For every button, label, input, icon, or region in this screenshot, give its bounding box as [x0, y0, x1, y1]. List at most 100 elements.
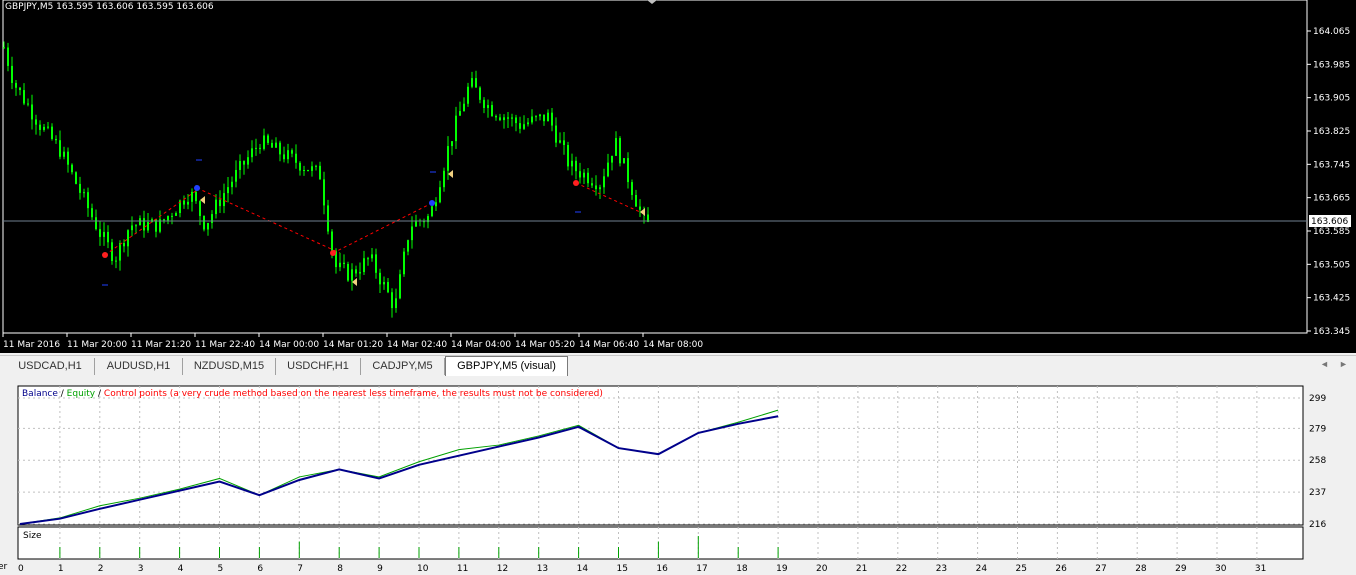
- candle-body: [339, 262, 341, 268]
- candle-body: [7, 47, 9, 66]
- chart-shift-marker-icon[interactable]: [647, 0, 657, 4]
- candle-body: [499, 117, 501, 121]
- candle-body: [379, 272, 381, 285]
- candle-body: [299, 162, 301, 171]
- legend-balance: Balance: [22, 389, 58, 399]
- candle-body: [43, 126, 45, 130]
- exit-marker-icon: [448, 170, 453, 178]
- time-axis-label: 11 Mar 2016: [3, 340, 60, 350]
- candle-body: [55, 138, 57, 141]
- candle-body: [31, 104, 33, 120]
- sell-entry-marker: [330, 250, 336, 256]
- current-price-label: 163.606: [1311, 217, 1348, 227]
- candle-body: [607, 162, 609, 177]
- candle-body: [15, 82, 17, 88]
- legend-separator: /: [95, 389, 104, 399]
- candle-body: [471, 78, 473, 87]
- candle-body: [487, 105, 489, 108]
- candle-body: [623, 158, 625, 164]
- candle-body: [619, 138, 621, 164]
- candle-body: [547, 112, 549, 122]
- graph-x-label: 29: [1175, 564, 1187, 574]
- candle-body: [391, 292, 393, 309]
- candle-body: [231, 181, 233, 188]
- candle-body: [135, 225, 137, 227]
- candle-body: [555, 125, 557, 143]
- candle-body: [199, 201, 201, 216]
- candle-body: [175, 213, 177, 216]
- candle-body: [579, 171, 581, 178]
- graph-x-label: 18: [736, 564, 748, 574]
- candle-body: [575, 160, 577, 172]
- candle-body: [23, 90, 25, 104]
- candle-body: [251, 148, 253, 158]
- graph-x-label: 8: [337, 564, 343, 574]
- candle-body: [235, 169, 237, 182]
- graph-x-label: 6: [257, 564, 263, 574]
- candle-body: [119, 243, 121, 261]
- candle-body: [583, 172, 585, 178]
- graph-x-label: 27: [1095, 564, 1106, 574]
- legend-equity: Equity: [66, 389, 96, 399]
- graph-y-label: 279: [1309, 424, 1326, 434]
- candle-body: [475, 78, 477, 88]
- candle-body: [495, 116, 497, 118]
- candle-body: [543, 114, 545, 122]
- legend-control-points: Control points (a very crude method base…: [103, 389, 603, 399]
- graph-x-label: 14: [577, 564, 589, 574]
- candle-body: [603, 176, 605, 188]
- candle-body: [571, 160, 573, 167]
- candle-body: [223, 193, 225, 207]
- trade-line: [332, 202, 433, 254]
- graph-x-label: 4: [178, 564, 184, 574]
- size-plot-area: [17, 526, 1304, 560]
- tab-usdchf-h1[interactable]: USDCHF,H1: [276, 358, 361, 375]
- tab-audusd-h1[interactable]: AUDUSD,H1: [95, 358, 183, 375]
- tab-cadjpy-m5[interactable]: CADJPY,M5: [361, 358, 445, 375]
- candle-body: [219, 199, 221, 207]
- graph-x-label: 11: [457, 564, 468, 574]
- candle-body: [559, 140, 561, 143]
- side-panel-label: er: [0, 562, 8, 572]
- price-chart[interactable]: 164.065 163.985 163.905 163.825 163.745 163.6…: [0, 0, 1356, 353]
- graph-x-label: 10: [417, 564, 429, 574]
- tab-scroll-left-icon[interactable]: ◄: [1320, 359, 1329, 369]
- candle-body: [127, 230, 129, 247]
- candle-body: [247, 157, 249, 165]
- trade-line: [575, 182, 641, 213]
- candle-body: [599, 187, 601, 190]
- candle-body: [631, 182, 633, 195]
- candle-body: [211, 214, 213, 224]
- graph-x-label: 26: [1055, 564, 1067, 574]
- candle-body: [451, 141, 453, 147]
- tab-usdcad-h1[interactable]: USDCAD,H1: [6, 358, 95, 375]
- candle-body: [455, 115, 457, 142]
- candle-body: [263, 135, 265, 149]
- graph-x-label: 24: [976, 564, 988, 574]
- price-candles: [3, 41, 649, 318]
- graph-x-label: 15: [617, 564, 628, 574]
- graph-x-label: 13: [537, 564, 548, 574]
- candle-body: [227, 187, 229, 194]
- candle-body: [447, 146, 449, 171]
- tab-gbpjpy-m5-visual[interactable]: GBPJPY,M5 (visual): [445, 356, 568, 376]
- candle-body: [259, 147, 261, 149]
- candle-body: [51, 126, 53, 139]
- candle-body: [171, 215, 173, 217]
- time-axis-label: 14 Mar 05:20: [515, 340, 575, 350]
- tab-nzdusd-m15[interactable]: NZDUSD,M15: [183, 358, 276, 375]
- balance-equity-graph: 2992792582372160 1 2 3 4 5 6 7 8 9 10 11 12 13 14 15 16 1…: [17, 385, 1326, 574]
- time-axis-label: 14 Mar 02:40: [387, 340, 447, 350]
- candle-body: [3, 47, 5, 49]
- candle-body: [587, 172, 589, 184]
- candle-body: [355, 269, 357, 274]
- graph-x-label: 19: [776, 564, 788, 574]
- candle-body: [239, 161, 241, 170]
- price-chart-canvas[interactable]: 164.065 163.985 163.905 163.825 163.745 163.6…: [0, 0, 1356, 353]
- candle-body: [507, 117, 509, 119]
- candle-body: [311, 166, 313, 171]
- buy-entry-marker: [194, 185, 200, 191]
- candle-body: [95, 217, 97, 230]
- tab-scroll-right-icon[interactable]: ►: [1339, 359, 1348, 369]
- graph-x-label: 22: [896, 564, 907, 574]
